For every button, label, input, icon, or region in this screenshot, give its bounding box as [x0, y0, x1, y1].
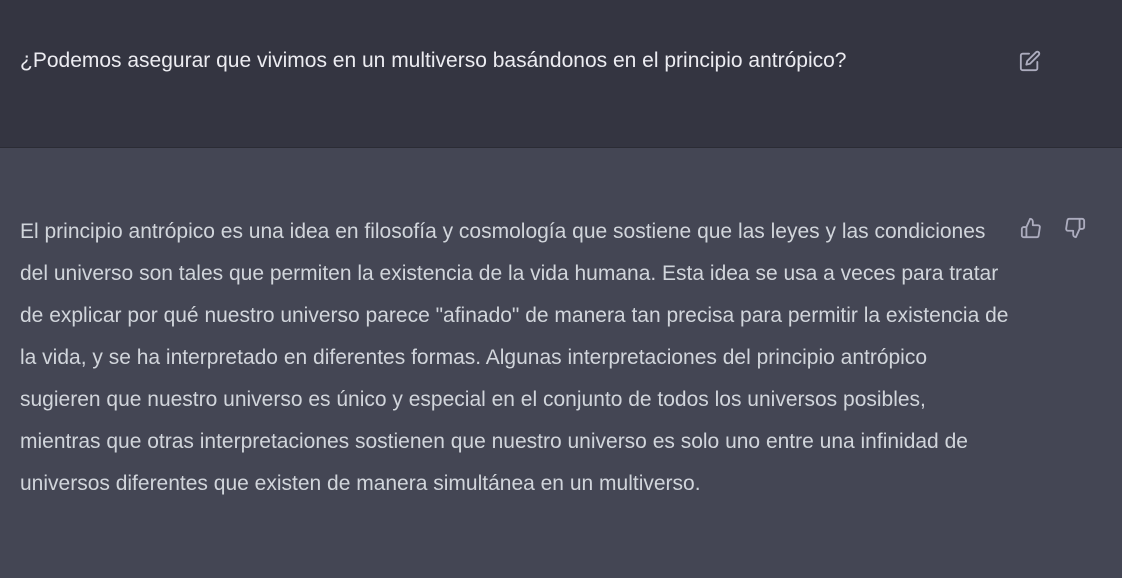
thumbs-up-icon: [1020, 217, 1042, 239]
thumbs-down-button[interactable]: [1060, 214, 1090, 242]
feedback-buttons: [1016, 214, 1090, 242]
edit-icon: [1019, 50, 1041, 72]
thumbs-down-icon: [1064, 217, 1086, 239]
thumbs-up-button[interactable]: [1016, 214, 1046, 242]
user-message-text: ¿Podemos asegurar que vivimos en un mult…: [20, 49, 847, 72]
assistant-message: El principio antrópico es una idea en fi…: [0, 148, 1122, 578]
user-message: ¿Podemos asegurar que vivimos en un mult…: [0, 0, 1122, 148]
assistant-message-text: El principio antrópico es una idea en fi…: [20, 220, 1009, 495]
chat-thread: ¿Podemos asegurar que vivimos en un mult…: [0, 0, 1122, 578]
edit-button[interactable]: [1016, 47, 1044, 75]
